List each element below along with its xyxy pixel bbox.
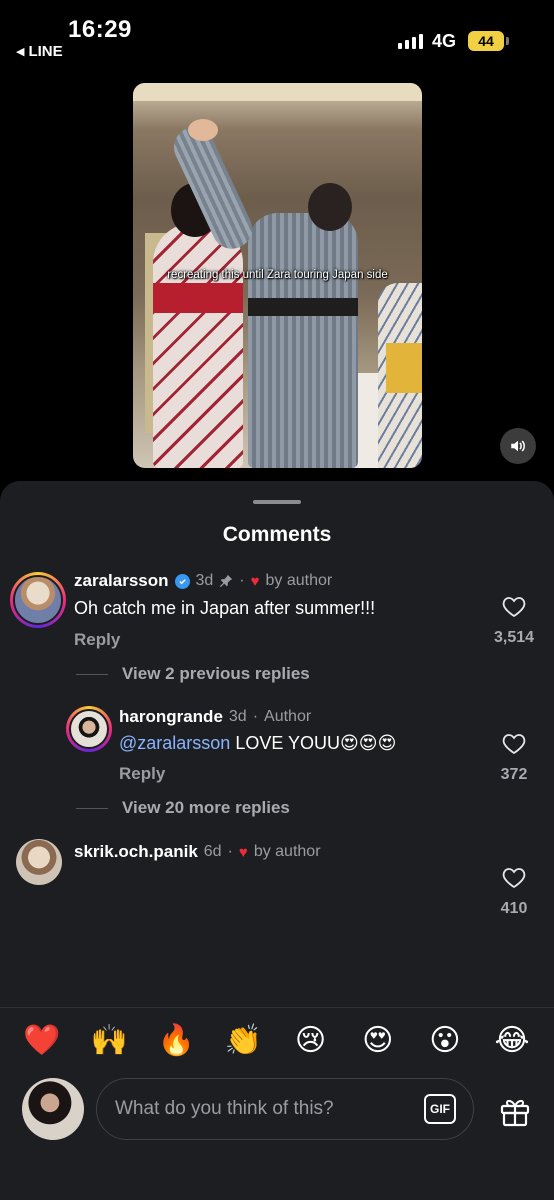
thread-line <box>76 807 108 809</box>
reply-text: @zaralarsson LOVE YOUU😍😍😍 <box>119 733 396 754</box>
reaction-fire[interactable]: 🔥 <box>154 1019 198 1063</box>
comment-header: skrik.och.panik 6d · ♥ by author <box>74 842 321 862</box>
video-person-left <box>153 183 243 468</box>
author-heart-icon: ♥ <box>250 572 260 590</box>
like-count: 410 <box>500 900 528 917</box>
view-previous-label: View 2 previous replies <box>122 664 310 683</box>
author-badge: Author <box>264 708 312 725</box>
heart-outline-icon <box>502 734 526 755</box>
video-ceiling <box>133 83 422 101</box>
heart-outline-icon <box>502 597 526 618</box>
reaction-heart-eyes[interactable]: 😍 <box>356 1019 400 1063</box>
liked-by-author: by author <box>265 572 333 589</box>
comment-username[interactable]: zaralarsson <box>74 571 169 591</box>
my-avatar <box>22 1078 84 1140</box>
like-button[interactable]: 372 <box>484 733 544 784</box>
sheet-grabber[interactable] <box>253 500 301 504</box>
comment-username[interactable]: skrik.och.panik <box>74 842 198 862</box>
reply-username[interactable]: harongrande <box>119 707 223 727</box>
comment-input[interactable]: What do you think of this? <box>96 1078 474 1140</box>
quick-reaction-bar: ❤️ 🙌 🔥 👏 😢 😍 😮 😂 <box>20 1019 534 1063</box>
reaction-clap[interactable]: 👏 <box>221 1019 265 1063</box>
like-count: 3,514 <box>493 629 535 646</box>
comments-sheet: Comments zaralarsson 3d · ♥ by author Oh… <box>0 481 554 1200</box>
reaction-cry[interactable]: 😢 <box>289 1019 333 1063</box>
heart-outline-icon <box>502 868 526 889</box>
gift-button[interactable] <box>498 1094 532 1128</box>
avatar-skrik-och-panik[interactable] <box>16 839 62 885</box>
comment-age: 6d <box>203 843 222 860</box>
reaction-heart[interactable]: ❤️ <box>20 1019 64 1063</box>
back-app-label: LINE <box>28 43 63 60</box>
video-player[interactable]: recreating this until Zara touring Japan… <box>133 83 422 468</box>
battery-tip <box>506 37 509 45</box>
speaker-icon <box>511 440 525 452</box>
cell-signal-icon <box>398 33 423 49</box>
reply-age: 3d <box>228 708 247 725</box>
battery-icon: 44 <box>468 31 504 51</box>
like-count: 372 <box>500 766 528 783</box>
sound-toggle-button[interactable] <box>500 428 536 464</box>
video-person-right <box>378 283 422 468</box>
comment-age: 3d <box>195 572 214 589</box>
view-more-label: View 20 more replies <box>122 798 290 817</box>
battery-level: 44 <box>478 33 494 49</box>
composer-divider <box>0 1007 554 1008</box>
avatar-harongrande[interactable] <box>66 706 112 752</box>
view-previous-replies[interactable]: View 2 previous replies <box>76 664 310 684</box>
network-type: 4G <box>432 31 457 51</box>
comment-input-placeholder: What do you think of this? <box>115 1098 334 1119</box>
back-to-app-link[interactable]: ◀ LINE <box>16 43 63 60</box>
author-heart-icon: ♥ <box>238 843 248 861</box>
reaction-surprised[interactable]: 😮 <box>423 1019 467 1063</box>
liked-by-author: by author <box>253 843 321 860</box>
back-arrow-icon: ◀ <box>16 46 25 58</box>
separator-dot: · <box>252 708 259 725</box>
reply-button[interactable]: Reply <box>74 630 120 650</box>
video-person-center <box>248 183 358 468</box>
separator-dot: · <box>227 843 233 860</box>
comment-header: zaralarsson 3d · ♥ by author <box>74 571 332 591</box>
reaction-laugh[interactable]: 😂 <box>490 1019 534 1063</box>
reply-header: harongrande 3d · Author <box>119 707 311 727</box>
gift-icon <box>500 1099 530 1127</box>
clock: 16:29 <box>68 16 132 43</box>
mention-link[interactable]: @zaralarsson <box>119 733 230 753</box>
comment-text: Oh catch me in Japan after summer!!! <box>74 598 376 618</box>
video-caption: recreating this until Zara touring Japan… <box>167 269 388 281</box>
separator-dot: · <box>239 572 245 589</box>
avatar-zaralarsson[interactable] <box>10 572 66 628</box>
view-more-replies[interactable]: View 20 more replies <box>76 798 290 818</box>
thread-line <box>76 673 108 675</box>
reaction-raised-hands[interactable]: 🙌 <box>87 1019 131 1063</box>
like-button[interactable]: 3,514 <box>484 596 544 647</box>
video-foot <box>188 119 218 141</box>
gif-button[interactable]: GIF <box>424 1094 456 1124</box>
reply-body: LOVE YOUU😍😍😍 <box>230 733 397 753</box>
like-button[interactable]: 410 <box>484 867 544 918</box>
verified-badge-icon <box>174 573 190 589</box>
reply-button[interactable]: Reply <box>119 764 165 784</box>
status-bar: 16:29 ◀ LINE 4G 44 <box>0 0 554 70</box>
pin-icon <box>220 574 233 588</box>
sheet-title: Comments <box>222 523 332 546</box>
